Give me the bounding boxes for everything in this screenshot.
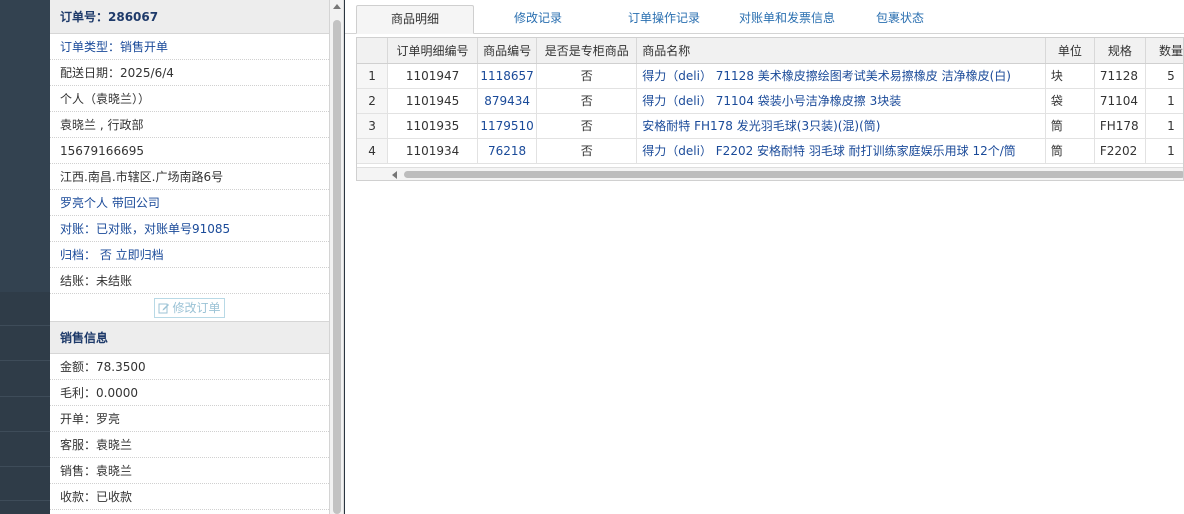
table-row[interactable]: 1 1101947 1118657 否得力（deli） 71128 美术橡皮擦绘图考试… bbox=[357, 63, 1183, 89]
edit-icon bbox=[158, 303, 170, 313]
product-name[interactable]: 得力（deli） 71104 袋装小号洁净橡皮擦 3块装 bbox=[636, 88, 1046, 114]
reconciliation-status[interactable]: 对账：已对账，对账单号91085 bbox=[50, 216, 329, 242]
order-creator: 开单：罗亮 bbox=[50, 406, 329, 432]
product-id[interactable]: 76218 bbox=[477, 138, 538, 164]
spec: 71104 bbox=[1094, 88, 1146, 114]
counter-product: 否 bbox=[536, 88, 638, 114]
tab-reconciliation-invoice[interactable]: 对账单和发票信息 bbox=[725, 5, 849, 34]
nav-divider bbox=[0, 396, 50, 397]
nav-divider bbox=[0, 466, 50, 467]
detail-id: 1101945 bbox=[387, 88, 478, 114]
row-number: 2 bbox=[357, 88, 389, 114]
tab-order-operation-log[interactable]: 订单操作记录 bbox=[603, 5, 725, 34]
grid-header-row: 订单明细编号 商品编号 是否是专柜商品 商品名称 单位 规格 数量 bbox=[357, 38, 1183, 64]
product-id[interactable]: 879434 bbox=[477, 88, 538, 114]
counter-product: 否 bbox=[536, 113, 638, 139]
edit-order-area: 修改订单 bbox=[50, 294, 329, 322]
scroll-left-arrow-icon[interactable] bbox=[392, 171, 397, 179]
quantity: 5 bbox=[1145, 63, 1183, 89]
row-number: 4 bbox=[357, 138, 389, 164]
gross-profit: 毛利：0.0000 bbox=[50, 380, 329, 406]
quantity: 1 bbox=[1145, 88, 1183, 114]
order-type[interactable]: 订单类型：销售开单 bbox=[50, 34, 329, 60]
detail-tab-bar: 商品明细 修改记录 订单操作记录 对账单和发票信息 包裹状态 bbox=[345, 0, 1184, 34]
row-number: 1 bbox=[357, 63, 389, 89]
order-info-list: 订单类型：销售开单 配送日期：2025/6/4 个人（袁晓兰）） 袁晓兰 , 行政部 1… bbox=[50, 34, 329, 294]
unit: 袋 bbox=[1045, 88, 1095, 114]
payment-status: 收款：已收款 bbox=[50, 484, 329, 510]
detail-id: 1101935 bbox=[387, 113, 478, 139]
product-id[interactable]: 1118657 bbox=[477, 63, 538, 89]
order-info-panel: 订单号：286067 订单类型：销售开单 配送日期：2025/6/4 个人（袁晓兰）… bbox=[50, 0, 330, 514]
spec-header[interactable]: 规格 bbox=[1094, 38, 1146, 64]
product-id[interactable]: 1179510 bbox=[477, 113, 538, 139]
delivery-address: 江西.南昌.市辖区.广场南路6号 bbox=[50, 164, 329, 190]
contact-department: 袁晓兰 , 行政部 bbox=[50, 112, 329, 138]
nav-divider bbox=[0, 360, 50, 361]
sales-amount: 金额：78.3500 bbox=[50, 354, 329, 380]
nav-divider bbox=[0, 500, 50, 501]
spec: FH178 bbox=[1094, 113, 1146, 139]
unit: 筒 bbox=[1045, 138, 1095, 164]
settlement-status: 结账：未结账 bbox=[50, 268, 329, 294]
row-number-header[interactable] bbox=[357, 38, 389, 64]
grid-horizontal-scrollbar[interactable] bbox=[357, 167, 1183, 180]
nav-divider bbox=[0, 431, 50, 432]
spec: F2202 bbox=[1094, 138, 1146, 164]
nav-divider bbox=[0, 325, 50, 326]
product-name[interactable]: 得力（deli） 71128 美术橡皮擦绘图考试美术易擦橡皮 洁净橡皮(白) bbox=[636, 63, 1046, 89]
grid-scroll-thumb[interactable] bbox=[404, 171, 1183, 178]
order-items-grid: 订单明细编号 商品编号 是否是专柜商品 商品名称 单位 规格 数量 1 1101947 1118… bbox=[356, 37, 1184, 181]
counter-product: 否 bbox=[536, 63, 638, 89]
left-panel-scrollbar[interactable] bbox=[330, 0, 344, 514]
tab-product-details[interactable]: 商品明细 bbox=[356, 5, 474, 34]
spec: 71128 bbox=[1094, 63, 1146, 89]
quantity: 1 bbox=[1145, 138, 1183, 164]
table-row[interactable]: 4 1101934 76218 否得力（deli） F2202 安格耐特 羽毛球 耐打… bbox=[357, 138, 1183, 164]
product-name[interactable]: 得力（deli） F2202 安格耐特 羽毛球 耐打训练家庭娱乐用球 12个/筒 bbox=[636, 138, 1046, 164]
unit: 块 bbox=[1045, 63, 1095, 89]
customer-service: 客服：袁晓兰 bbox=[50, 432, 329, 458]
order-number-header: 订单号：286067 bbox=[50, 0, 329, 34]
customer-name: 个人（袁晓兰）） bbox=[50, 86, 329, 112]
detail-id: 1101947 bbox=[387, 63, 478, 89]
edit-order-label: 修改订单 bbox=[172, 301, 221, 315]
table-row[interactable]: 3 1101935 1179510 否安格耐特 FH178 发光羽毛球(3只装)(混)… bbox=[357, 113, 1183, 139]
unit-header[interactable]: 单位 bbox=[1045, 38, 1095, 64]
side-nav-strip bbox=[0, 0, 50, 514]
detail-id-header[interactable]: 订单明细编号 bbox=[387, 38, 478, 64]
tab-package-status[interactable]: 包裹状态 bbox=[849, 5, 951, 34]
delivery-date: 配送日期：2025/6/4 bbox=[50, 60, 329, 86]
salesperson: 销售：袁晓兰 bbox=[50, 458, 329, 484]
row-number: 3 bbox=[357, 113, 389, 139]
product-name-header[interactable]: 商品名称 bbox=[636, 38, 1046, 64]
detail-area: 商品明细 修改记录 订单操作记录 对账单和发票信息 包裹状态 订单明细编号 商品编号 是否是… bbox=[345, 0, 1184, 514]
scroll-thumb[interactable] bbox=[333, 20, 341, 514]
sales-info-header: 销售信息 bbox=[50, 322, 329, 354]
edit-order-button[interactable]: 修改订单 bbox=[154, 297, 225, 318]
unit: 筒 bbox=[1045, 113, 1095, 139]
detail-id: 1101934 bbox=[387, 138, 478, 164]
quantity: 1 bbox=[1145, 113, 1183, 139]
scroll-up-arrow-icon[interactable] bbox=[333, 4, 341, 9]
counter-product-header[interactable]: 是否是专柜商品 bbox=[536, 38, 638, 64]
product-id-header[interactable]: 商品编号 bbox=[477, 38, 538, 64]
quantity-header[interactable]: 数量 bbox=[1145, 38, 1183, 64]
product-name[interactable]: 安格耐特 FH178 发光羽毛球(3只装)(混)(筒) bbox=[636, 113, 1046, 139]
delivery-note[interactable]: 罗亮个人 带回公司 bbox=[50, 190, 329, 216]
nav-upper-block bbox=[0, 0, 50, 292]
archive-status[interactable]: 归档： 否 立即归档 bbox=[50, 242, 329, 268]
table-row[interactable]: 2 1101945 879434 否得力（deli） 71104 袋装小号洁净橡皮擦 … bbox=[357, 88, 1183, 114]
counter-product: 否 bbox=[536, 138, 638, 164]
sales-info-list: 金额：78.3500 毛利：0.0000 开单：罗亮 客服：袁晓兰 销售：袁晓兰 收款：已… bbox=[50, 354, 329, 510]
tab-modification-log[interactable]: 修改记录 bbox=[485, 5, 591, 34]
phone-number: 15679166695 bbox=[50, 138, 329, 164]
